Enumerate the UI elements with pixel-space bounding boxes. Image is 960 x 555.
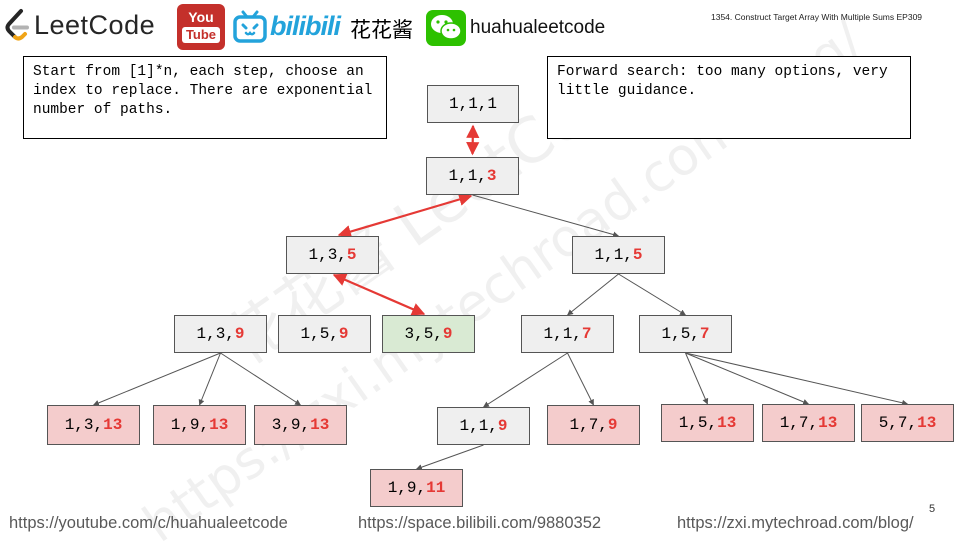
node-prefix: 1,1, [459, 417, 498, 435]
tree-node: 1,7, 13 [762, 404, 855, 442]
edge-n113-n135 [337, 193, 473, 238]
node-highlight: 11 [426, 479, 446, 497]
tree-node: 1,1, 7 [521, 315, 614, 353]
tree-node: 1,1, 5 [572, 236, 665, 274]
node-highlight: 3 [486, 167, 497, 185]
page-number: 5 [929, 503, 936, 515]
tree-node: 1,9, 13 [153, 405, 246, 445]
tree-node: 1,3, 5 [286, 236, 379, 274]
node-prefix: 1,9, [387, 479, 427, 497]
node-prefix: 1,7, [779, 414, 819, 432]
edge-n115-n157 [618, 273, 687, 316]
node-prefix: 1,1, [448, 167, 487, 185]
tree-node: 5,7, 13 [861, 404, 954, 442]
node-highlight: 13 [818, 414, 838, 432]
node-highlight: 13 [917, 414, 937, 432]
node-highlight: 5 [632, 246, 643, 264]
node-highlight: 7 [581, 325, 592, 343]
tree-node: 1,7, 9 [547, 405, 640, 445]
tree-node: 3,5, 9 [382, 315, 475, 353]
edge-n139-n1313 [92, 352, 221, 406]
edge-n139-n3913 [220, 352, 302, 406]
node-prefix: 3,9, [271, 416, 311, 434]
node-prefix: 5,7, [878, 414, 918, 432]
node-prefix: 1,5, [300, 325, 339, 343]
node-highlight: 13 [310, 416, 330, 434]
node-highlight: 13 [717, 414, 737, 432]
node-highlight: 9 [497, 417, 508, 435]
edge-n115-n117 [567, 273, 619, 316]
tree-edges [92, 124, 909, 471]
node-highlight: 13 [209, 416, 229, 434]
node-highlight: 9 [234, 325, 245, 343]
tree-node: 1,1, 3 [426, 157, 519, 195]
node-highlight: 9 [338, 325, 349, 343]
node-prefix: 1,1, [543, 325, 582, 343]
node-prefix: 1,9, [170, 416, 210, 434]
edge-n113-n115 [472, 194, 620, 238]
edge-n135-n359 [332, 273, 426, 316]
tree-node: 1,9, 11 [370, 469, 463, 507]
node-prefix: 3,5, [404, 325, 443, 343]
tree-node: 1,3, 13 [47, 405, 140, 445]
node-prefix: 1,3, [64, 416, 104, 434]
node-highlight: 7 [699, 325, 710, 343]
tree-node: 1,5, 7 [639, 315, 732, 353]
footer-bilibili-link[interactable]: https://space.bilibili.com/9880352 [358, 514, 601, 533]
node-prefix: 1,7, [569, 416, 608, 434]
footer-youtube-link[interactable]: https://youtube.com/c/huahualeetcode [9, 514, 288, 533]
node-prefix: 1,5, [678, 414, 718, 432]
node-prefix: 1,3, [308, 246, 347, 264]
edge-n117-n179 [567, 352, 594, 406]
edge-n157-n5713 [685, 352, 909, 406]
node-highlight: 5 [346, 246, 357, 264]
footer-blog-link[interactable]: https://zxi.mytechroad.com/blog/ [677, 514, 914, 533]
tree-node: 3,9, 13 [254, 405, 347, 445]
edge-n117-n119 [482, 352, 568, 408]
node-prefix: 1,1,1 [448, 95, 497, 113]
node-prefix: 1,3, [196, 325, 235, 343]
tree-node: 1,5, 9 [278, 315, 371, 353]
edge-n111-n113 [466, 124, 480, 156]
node-prefix: 1,1, [594, 246, 633, 264]
node-highlight: 9 [442, 325, 453, 343]
node-highlight: 9 [607, 416, 618, 434]
tree-node: 1,1,1 [427, 85, 519, 123]
edge-n119-n1911 [415, 444, 484, 471]
node-prefix: 1,5, [661, 325, 700, 343]
tree-node: 1,5, 13 [661, 404, 754, 442]
node-highlight: 13 [103, 416, 123, 434]
tree-node: 1,1, 9 [437, 407, 530, 445]
tree-node: 1,3, 9 [174, 315, 267, 353]
